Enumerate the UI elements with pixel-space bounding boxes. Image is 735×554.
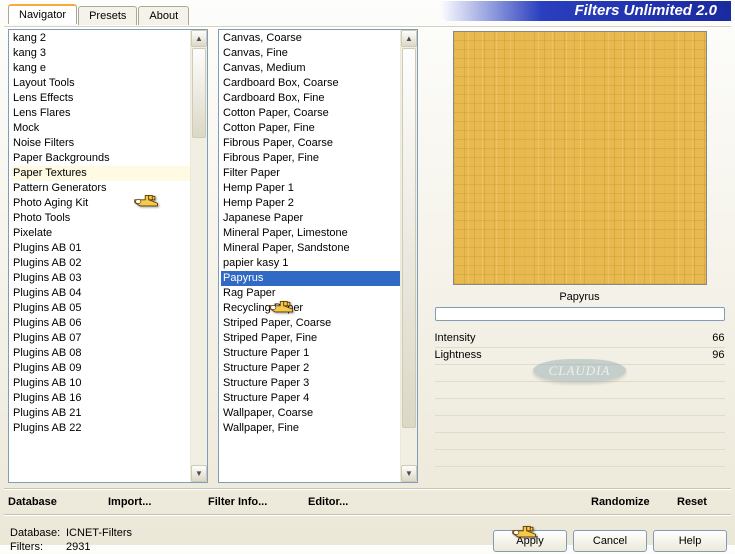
- database-link[interactable]: Database: [8, 496, 108, 508]
- list-item[interactable]: Photo Tools: [11, 211, 205, 226]
- scrollbar[interactable]: ▲ ▼: [400, 30, 417, 482]
- scroll-up-icon[interactable]: ▲: [191, 30, 207, 47]
- list-item[interactable]: Filter Paper: [221, 166, 415, 181]
- help-button[interactable]: Help: [653, 530, 727, 552]
- list-item[interactable]: Structure Paper 4: [221, 391, 415, 406]
- list-item[interactable]: Paper Backgrounds: [11, 151, 205, 166]
- list-item[interactable]: Cotton Paper, Fine: [221, 121, 415, 136]
- list-item[interactable]: Structure Paper 1: [221, 346, 415, 361]
- list-item[interactable]: Plugins AB 05: [11, 301, 205, 316]
- list-item[interactable]: Plugins AB 16: [11, 391, 205, 406]
- list-item[interactable]: Mock: [11, 121, 205, 136]
- cancel-button[interactable]: Cancel: [573, 530, 647, 552]
- list-item[interactable]: Recycling Paper: [221, 301, 415, 316]
- slider-label: Lightness: [435, 349, 482, 363]
- list-item[interactable]: Structure Paper 2: [221, 361, 415, 376]
- scroll-down-icon[interactable]: ▼: [191, 465, 207, 482]
- list-item[interactable]: Mineral Paper, Sandstone: [221, 241, 415, 256]
- progress-bar: [435, 307, 725, 321]
- filter-list[interactable]: Canvas, CoarseCanvas, FineCanvas, Medium…: [218, 29, 418, 483]
- list-item[interactable]: kang e: [11, 61, 205, 76]
- list-item[interactable]: Lens Effects: [11, 91, 205, 106]
- slider-intensity[interactable]: Intensity 66: [435, 331, 725, 348]
- list-item[interactable]: Canvas, Coarse: [221, 31, 415, 46]
- slider-value: 66: [712, 332, 724, 346]
- list-item[interactable]: Plugins AB 01: [11, 241, 205, 256]
- status-text: Database:ICNET-Filters Filters:2931: [10, 526, 132, 554]
- preview-image: [453, 31, 707, 285]
- list-item[interactable]: Striped Paper, Coarse: [221, 316, 415, 331]
- tab-presets[interactable]: Presets: [78, 6, 137, 25]
- list-item[interactable]: Wallpaper, Coarse: [221, 406, 415, 421]
- list-item[interactable]: Canvas, Medium: [221, 61, 415, 76]
- list-item[interactable]: Canvas, Fine: [221, 46, 415, 61]
- list-item[interactable]: Striped Paper, Fine: [221, 331, 415, 346]
- scroll-thumb[interactable]: [192, 48, 206, 138]
- list-item[interactable]: Hemp Paper 1: [221, 181, 415, 196]
- list-item[interactable]: Plugins AB 09: [11, 361, 205, 376]
- list-item[interactable]: Photo Aging Kit: [11, 196, 205, 211]
- reset-link[interactable]: Reset: [677, 496, 727, 508]
- list-item[interactable]: Plugins AB 02: [11, 256, 205, 271]
- list-item[interactable]: Mineral Paper, Limestone: [221, 226, 415, 241]
- list-item[interactable]: Layout Tools: [11, 76, 205, 91]
- scroll-thumb[interactable]: [402, 48, 416, 428]
- apply-button[interactable]: Apply: [493, 530, 567, 552]
- slider-panel: Intensity 66 Lightness 96 . . . . . . CL…: [435, 331, 725, 467]
- list-item[interactable]: Fibrous Paper, Coarse: [221, 136, 415, 151]
- tab-strip: Navigator Presets About: [8, 2, 190, 24]
- import-link[interactable]: Import...: [108, 496, 208, 508]
- list-item[interactable]: Wallpaper, Fine: [221, 421, 415, 436]
- filter-info-link[interactable]: Filter Info...: [208, 496, 308, 508]
- scroll-up-icon[interactable]: ▲: [401, 30, 417, 47]
- list-item[interactable]: Cotton Paper, Coarse: [221, 106, 415, 121]
- scroll-down-icon[interactable]: ▼: [401, 465, 417, 482]
- list-item[interactable]: Papyrus: [221, 271, 415, 286]
- list-item[interactable]: Cardboard Box, Coarse: [221, 76, 415, 91]
- category-list[interactable]: kang 2kang 3kang eLayout ToolsLens Effec…: [8, 29, 208, 483]
- list-item[interactable]: Fibrous Paper, Fine: [221, 151, 415, 166]
- title-banner: Filters Unlimited 2.0: [439, 1, 731, 21]
- list-item[interactable]: Lens Flares: [11, 106, 205, 121]
- list-item[interactable]: Plugins AB 22: [11, 421, 205, 436]
- list-item[interactable]: Plugins AB 21: [11, 406, 205, 421]
- list-item[interactable]: Structure Paper 3: [221, 376, 415, 391]
- slider-label: Intensity: [435, 332, 476, 346]
- preview-label: Papyrus: [559, 291, 599, 303]
- list-item[interactable]: Cardboard Box, Fine: [221, 91, 415, 106]
- tab-navigator[interactable]: Navigator: [8, 4, 77, 24]
- list-item[interactable]: Plugins AB 03: [11, 271, 205, 286]
- list-item[interactable]: Hemp Paper 2: [221, 196, 415, 211]
- list-item[interactable]: Plugins AB 08: [11, 346, 205, 361]
- list-item[interactable]: Pixelate: [11, 226, 205, 241]
- list-item[interactable]: Pattern Generators: [11, 181, 205, 196]
- list-item[interactable]: papier kasy 1: [221, 256, 415, 271]
- slider-value: 96: [712, 349, 724, 363]
- list-item[interactable]: kang 3: [11, 46, 205, 61]
- list-item[interactable]: Plugins AB 07: [11, 331, 205, 346]
- list-item[interactable]: Paper Textures: [11, 166, 205, 181]
- scrollbar[interactable]: ▲ ▼: [190, 30, 207, 482]
- randomize-link[interactable]: Randomize: [591, 496, 677, 508]
- list-item[interactable]: Plugins AB 04: [11, 286, 205, 301]
- watermark: CLAUDIA: [533, 363, 627, 379]
- list-item[interactable]: kang 2: [11, 31, 205, 46]
- tab-about[interactable]: About: [138, 6, 189, 25]
- list-item[interactable]: Rag Paper: [221, 286, 415, 301]
- editor-link[interactable]: Editor...: [308, 496, 408, 508]
- list-item[interactable]: Plugins AB 06: [11, 316, 205, 331]
- list-item[interactable]: Noise Filters: [11, 136, 205, 151]
- list-item[interactable]: Japanese Paper: [221, 211, 415, 226]
- list-item[interactable]: Plugins AB 10: [11, 376, 205, 391]
